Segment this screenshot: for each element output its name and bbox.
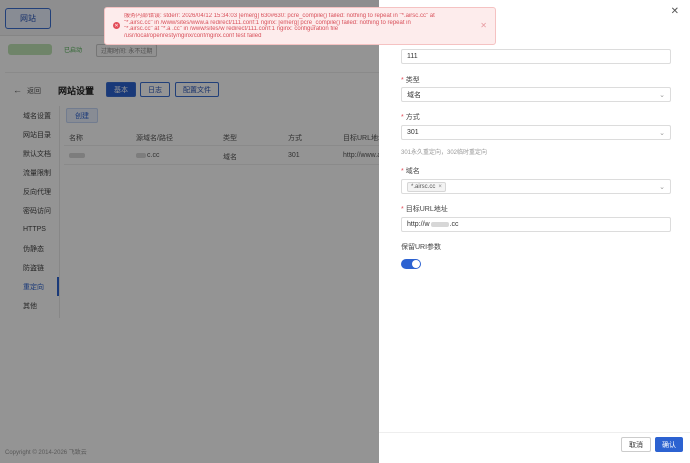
chevron-down-icon: ⌄ [659, 184, 665, 191]
cancel-button[interactable]: 取消 [621, 437, 651, 452]
error-icon: ✕ [113, 22, 120, 29]
keep-uri-label: 保留URI参数 [401, 244, 442, 251]
toggle-knob [412, 260, 420, 268]
close-icon[interactable]: ✕ [671, 6, 679, 17]
domain-label: * 域名 [401, 168, 420, 175]
name-value: 111 [407, 53, 418, 60]
chevron-down-icon: ⌄ [659, 92, 665, 99]
target-url-label: * 目标URL地址 [401, 206, 448, 213]
name-input[interactable]: 111 [401, 49, 671, 64]
target-url-input[interactable]: http://w .cc [401, 217, 671, 232]
close-icon[interactable]: ✕ [480, 21, 487, 30]
type-select[interactable]: 域名 ⌄ [401, 87, 671, 102]
keep-uri-toggle[interactable] [401, 259, 421, 269]
method-value: 301 [407, 129, 419, 136]
method-hint: 301永久重定向，302临时重定向 [401, 150, 488, 156]
error-message: 服务内部错误: stderr: 2026/04/12 15:34:03 [eme… [124, 13, 435, 39]
tag-close-icon[interactable]: × [438, 184, 442, 190]
domain-select[interactable]: *.airsc.cc × ⌄ [401, 179, 671, 194]
method-select[interactable]: 301 ⌄ [401, 125, 671, 140]
confirm-button[interactable]: 确认 [655, 437, 683, 452]
type-label: * 类型 [401, 77, 420, 84]
domain-tag: *.airsc.cc × [407, 181, 446, 192]
error-toast: ✕ 服务内部错误: stderr: 2026/04/12 15:34:03 [e… [104, 7, 496, 45]
method-label: * 方式 [401, 114, 420, 121]
chevron-down-icon: ⌄ [659, 130, 665, 137]
type-value: 域名 [407, 91, 421, 99]
redirect-drawer: ✕ 111 * 类型 域名 ⌄ * 方式 301 ⌄ 301永久重定向，302临时重定向… [379, 0, 690, 463]
